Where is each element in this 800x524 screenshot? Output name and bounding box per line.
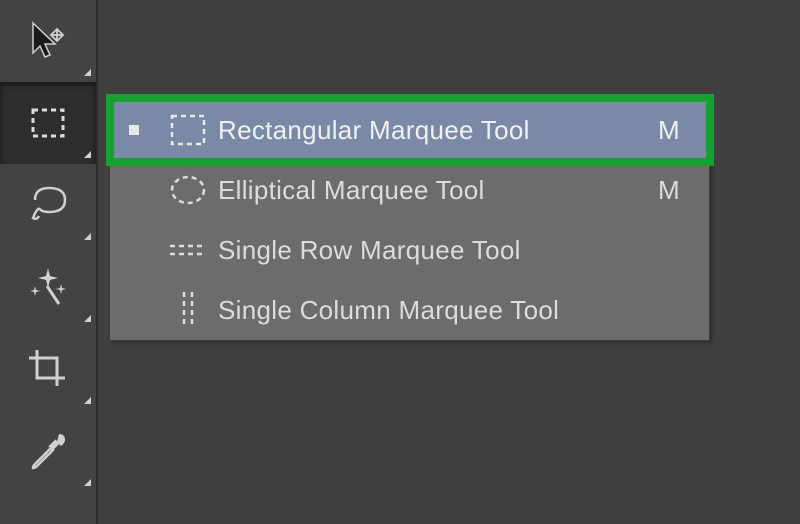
row-marquee-icon	[158, 240, 218, 260]
tool-magic-wand[interactable]	[0, 246, 96, 328]
tool-eyedropper[interactable]	[0, 410, 96, 492]
tool-marquee[interactable]	[0, 82, 96, 164]
marquee-flyout: Rectangular Marquee Tool M Elliptical Ma…	[110, 100, 710, 341]
submenu-indicator-icon	[84, 151, 91, 158]
submenu-indicator-icon	[84, 233, 91, 240]
flyout-item-single-column-marquee[interactable]: Single Column Marquee Tool	[110, 280, 709, 340]
magic-wand-icon	[25, 264, 71, 310]
rect-marquee-icon	[158, 112, 218, 148]
flyout-item-single-row-marquee[interactable]: Single Row Marquee Tool	[110, 220, 709, 280]
active-marker	[110, 125, 158, 135]
submenu-indicator-icon	[84, 315, 91, 322]
flyout-item-rectangular-marquee[interactable]: Rectangular Marquee Tool M	[110, 100, 709, 160]
flyout-item-label: Single Column Marquee Tool	[218, 295, 639, 326]
toolbar	[0, 0, 98, 524]
lasso-icon	[25, 182, 71, 228]
flyout-item-label: Rectangular Marquee Tool	[218, 115, 639, 146]
eyedropper-icon	[25, 428, 71, 474]
ellipse-marquee-icon	[158, 172, 218, 208]
tool-lasso[interactable]	[0, 164, 96, 246]
tool-move[interactable]	[0, 0, 96, 82]
flyout-item-label: Single Row Marquee Tool	[218, 235, 639, 266]
move-icon	[27, 19, 69, 63]
crop-icon	[25, 346, 71, 392]
flyout-item-elliptical-marquee[interactable]: Elliptical Marquee Tool M	[110, 160, 709, 220]
tool-crop[interactable]	[0, 328, 96, 410]
flyout-item-label: Elliptical Marquee Tool	[218, 175, 639, 206]
flyout-item-shortcut: M	[639, 115, 699, 146]
column-marquee-icon	[158, 290, 218, 330]
submenu-indicator-icon	[84, 479, 91, 486]
flyout-item-shortcut: M	[639, 175, 699, 206]
submenu-indicator-icon	[84, 69, 91, 76]
submenu-indicator-icon	[84, 397, 91, 404]
rect-marquee-icon	[27, 102, 69, 144]
